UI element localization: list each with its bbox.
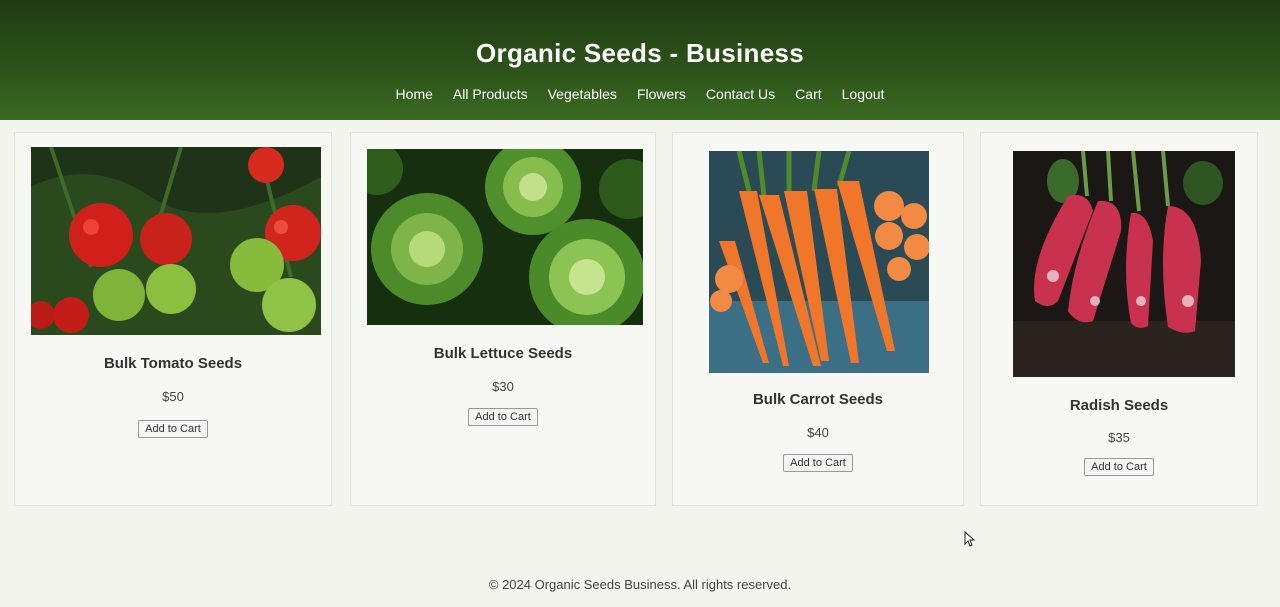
product-price: $35 bbox=[1108, 430, 1130, 445]
add-to-cart-button[interactable]: Add to Cart bbox=[1084, 458, 1154, 476]
nav-cart[interactable]: Cart bbox=[795, 86, 821, 102]
add-to-cart-button[interactable]: Add to Cart bbox=[783, 454, 853, 472]
mouse-cursor-icon bbox=[964, 530, 976, 552]
product-name[interactable]: Bulk Lettuce Seeds bbox=[351, 345, 655, 362]
site-title: Organic Seeds - Business bbox=[476, 38, 804, 68]
product-price: $40 bbox=[807, 425, 829, 440]
add-to-cart-button[interactable]: Add to Cart bbox=[468, 408, 538, 426]
lettuce-image[interactable] bbox=[367, 149, 643, 325]
nav-vegetables[interactable]: Vegetables bbox=[548, 86, 617, 102]
product-price: $30 bbox=[492, 379, 514, 394]
product-card-lettuce: Bulk Lettuce Seeds $30 Add to Cart bbox=[350, 132, 656, 506]
product-name[interactable]: Radish Seeds bbox=[981, 397, 1257, 414]
nav-all-products[interactable]: All Products bbox=[453, 86, 528, 102]
nav-flowers[interactable]: Flowers bbox=[637, 86, 686, 102]
nav-contact-us[interactable]: Contact Us bbox=[706, 86, 775, 102]
product-name[interactable]: Bulk Carrot Seeds bbox=[673, 391, 963, 408]
product-name[interactable]: Bulk Tomato Seeds bbox=[15, 355, 331, 372]
site-footer: © 2024 Organic Seeds Business. All right… bbox=[488, 577, 792, 592]
radish-image[interactable] bbox=[1013, 151, 1235, 377]
product-card-radish: Radish Seeds $35 Add to Cart bbox=[980, 132, 1258, 506]
product-price: $50 bbox=[162, 389, 184, 404]
product-card-carrot: Bulk Carrot Seeds $40 Add to Cart bbox=[672, 132, 964, 506]
product-card-tomato: Bulk Tomato Seeds $50 Add to Cart bbox=[14, 132, 332, 506]
nav-home[interactable]: Home bbox=[396, 86, 433, 102]
add-to-cart-button[interactable]: Add to Cart bbox=[138, 420, 208, 438]
tomato-image[interactable] bbox=[31, 147, 321, 335]
site-header: Organic Seeds - Business Home All Produc… bbox=[0, 0, 1280, 120]
carrot-image[interactable] bbox=[709, 151, 929, 373]
nav-logout[interactable]: Logout bbox=[842, 86, 885, 102]
product-grid: Bulk Tomato Seeds $50 Add to Cart Bulk L… bbox=[14, 132, 1262, 512]
main-nav: Home All Products Vegetables Flowers Con… bbox=[0, 86, 1280, 102]
